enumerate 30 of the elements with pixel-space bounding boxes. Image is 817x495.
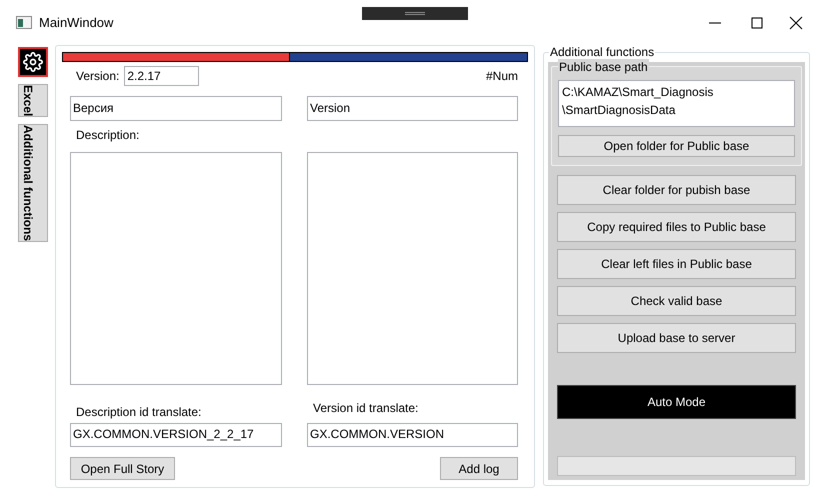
input-field[interactable]: Версия [70,96,282,121]
settings-icon [23,52,43,72]
button[interactable]: Open folder for Public base [558,135,795,157]
button[interactable]: Auto Mode [557,385,796,419]
num-label: #Num [486,68,518,85]
input-field[interactable]: Version [307,96,518,121]
button[interactable]: Copy required files to Public base [557,212,796,242]
window-title: MainWindow [39,14,114,32]
window-icon [16,16,32,29]
button[interactable]: Open Full Story [70,457,175,480]
close-icon[interactable] [789,16,803,30]
description-label: Description: [76,127,140,144]
button[interactable]: Check valid base [557,286,796,316]
button[interactable]: Clear folder for pubish base [557,175,796,205]
input-field[interactable]: C:\KAMAZ\Smart_Diagnosis \SmartDiagnosisData [558,80,795,127]
button[interactable]: Clear left files in Public base [557,249,796,279]
maximize-icon[interactable] [751,16,763,28]
side-tab[interactable]: Additional functions [18,124,48,242]
settings-tab[interactable] [18,47,48,77]
side-tab[interactable]: Excel [18,84,48,118]
version-label: Version: [76,68,120,85]
group-title: Public base path [558,59,649,75]
button[interactable]: Upload base to server [557,323,796,353]
field-label: Description id translate: [76,404,202,419]
input-field[interactable]: 2.2.17 [124,66,200,86]
button[interactable]: Add log [440,457,518,480]
input-field[interactable]: GX.COMMON.VERSION [307,423,518,447]
drag-handle[interactable] [362,7,468,20]
field-label: Version id translate: [313,400,420,415]
input-field[interactable]: GX.COMMON.VERSION_2_2_17 [70,423,282,447]
